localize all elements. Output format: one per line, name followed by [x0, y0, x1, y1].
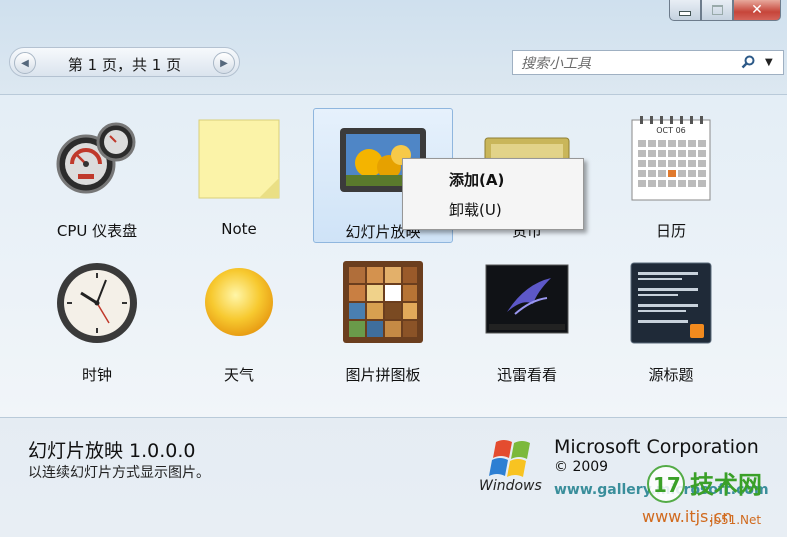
chevron-right-icon: ▶: [220, 57, 228, 69]
minimize-button[interactable]: [669, 0, 701, 21]
gadget-calendar[interactable]: OCT 06 日历: [601, 108, 741, 243]
gadget-description: 以连续幻灯片方式显示图片。: [28, 465, 210, 481]
gadget-label: 日历: [655, 222, 686, 240]
caption-buttons: ✕: [669, 0, 781, 21]
svg-text:17: 17: [653, 473, 681, 497]
maximize-button[interactable]: [701, 0, 733, 21]
watermark-name: 技术网: [690, 471, 762, 499]
calendar-month-label: OCT 06: [656, 126, 686, 135]
cpu-meter-icon: [56, 122, 136, 194]
page-indicator: 第 1 页，共 1 页: [67, 56, 182, 74]
gadget-gallery: CPU 仪表盘 Note 幻灯片放映 货币 OCT 06 日历 时钟 天气 图片…: [0, 94, 787, 418]
gadget-xunlei[interactable]: 迅雷看看: [457, 252, 597, 387]
weather-icon: [205, 268, 273, 336]
gadget-label: 天气: [223, 366, 254, 384]
close-icon: ✕: [751, 2, 763, 18]
gadget-label: 源标题: [648, 366, 694, 384]
gadget-feed-headlines[interactable]: 源标题: [601, 252, 741, 387]
close-button[interactable]: ✕: [733, 0, 781, 21]
xunlei-icon: [485, 264, 569, 334]
gadget-gallery-window: ✕ ◀ 第 1 页，共 1 页 ▶ ▼: [0, 0, 787, 537]
search-input[interactable]: [519, 53, 733, 74]
search-dropdown-button[interactable]: ▼: [765, 57, 779, 69]
next-page-button[interactable]: ▶: [213, 52, 235, 74]
gadget-clock[interactable]: 时钟: [27, 252, 167, 387]
menu-item-add[interactable]: 添加(A): [449, 169, 504, 190]
gadget-label: CPU 仪表盘: [56, 222, 138, 240]
chevron-down-icon: ▼: [765, 57, 773, 68]
menu-item-uninstall[interactable]: 卸载(U): [449, 199, 502, 220]
gadget-picture-puzzle[interactable]: 图片拼图板: [313, 252, 453, 387]
gadget-weather[interactable]: 天气: [169, 252, 309, 387]
minimize-icon: [679, 10, 691, 16]
windows-logo-text: Windows: [479, 478, 542, 494]
publisher-name: Microsoft Corporation: [554, 436, 759, 458]
gadget-cpu-meter[interactable]: CPU 仪表盘: [27, 108, 167, 243]
search-icon[interactable]: [741, 55, 755, 69]
gadget-note[interactable]: Note: [169, 108, 309, 243]
search-box: ▼: [512, 50, 784, 75]
copyright: © 2009: [554, 459, 609, 475]
feed-headlines-icon: [630, 262, 712, 344]
gadget-name-version: 幻灯片放映 1.0.0.0: [28, 440, 196, 462]
watermark-site: jb51.Net: [710, 513, 762, 527]
maximize-icon: [711, 5, 723, 15]
page-navigator: ◀ 第 1 页，共 1 页 ▶: [9, 47, 240, 77]
gadget-label: 时钟: [81, 366, 112, 384]
picture-puzzle-icon: [343, 261, 423, 343]
gadget-label: 图片拼图板: [345, 366, 421, 384]
gadget-label: Note: [221, 220, 257, 238]
context-menu: 添加(A) 卸载(U): [402, 158, 584, 230]
note-icon: [198, 119, 280, 199]
clock-icon: [57, 263, 137, 343]
gadget-label: 迅雷看看: [496, 366, 557, 384]
